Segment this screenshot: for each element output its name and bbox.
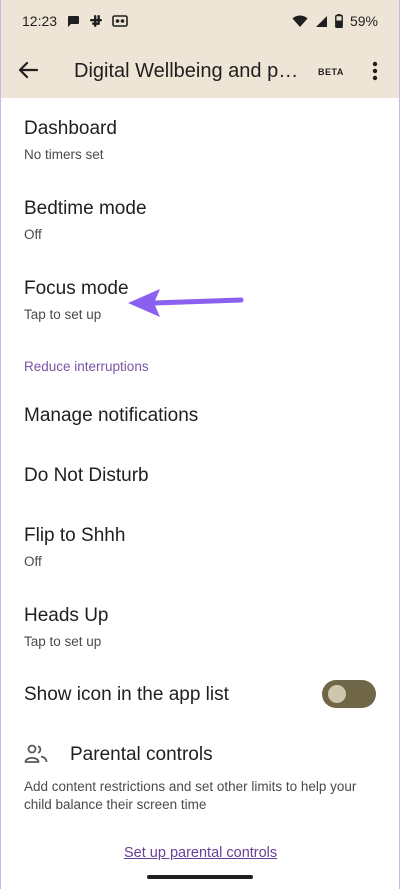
- status-bar: 12:23 59%: [0, 0, 400, 42]
- do-not-disturb-item[interactable]: Do Not Disturb: [24, 465, 149, 487]
- show-icon-toggle[interactable]: [322, 680, 376, 708]
- item-subtitle: Tap to set up: [24, 307, 102, 322]
- cellular-signal-icon: [315, 15, 328, 28]
- focus-mode-item[interactable]: Focus mode Tap to set up: [24, 278, 129, 322]
- family-icon: [24, 744, 48, 763]
- slack-icon: [89, 14, 103, 28]
- gesture-nav-handle[interactable]: [147, 875, 253, 879]
- parental-controls-description: Add content restrictions and set other l…: [24, 779, 357, 812]
- item-title: Show icon in the app list: [24, 684, 229, 705]
- parental-controls-title: Parental controls: [70, 744, 213, 765]
- back-button[interactable]: [14, 56, 42, 84]
- annotation-arrow-icon: [128, 289, 244, 317]
- item-subtitle: No timers set: [24, 147, 104, 162]
- heads-up-item[interactable]: Heads Up Tap to set up: [24, 605, 109, 649]
- wifi-icon: [292, 15, 308, 28]
- manage-notifications-item[interactable]: Manage notifications: [24, 405, 198, 427]
- page-title: Digital Wellbeing and parental controls: [74, 60, 306, 82]
- bedtime-mode-item[interactable]: Bedtime mode Off: [24, 198, 147, 242]
- set-up-parental-controls-link[interactable]: Set up parental controls: [124, 845, 277, 861]
- app-bar: Digital Wellbeing and parental controls …: [0, 42, 400, 98]
- battery-percent: 59%: [349, 13, 378, 29]
- item-subtitle: Off: [24, 227, 42, 242]
- more-vert-icon: [372, 61, 378, 81]
- flip-to-shhh-item[interactable]: Flip to Shhh Off: [24, 525, 125, 569]
- item-title: Heads Up: [24, 605, 109, 626]
- beta-badge: BETA: [318, 67, 344, 77]
- battery-icon: [335, 14, 343, 28]
- dashboard-item[interactable]: Dashboard No timers set: [24, 118, 117, 162]
- status-time: 12:23: [22, 13, 58, 29]
- more-options-button[interactable]: [364, 58, 386, 84]
- item-title: Bedtime mode: [24, 198, 147, 219]
- section-header-reduce-interruptions: Reduce interruptions: [24, 359, 149, 374]
- back-arrow-icon: [18, 61, 38, 79]
- item-title: Flip to Shhh: [24, 525, 126, 546]
- item-title: Dashboard: [24, 118, 117, 139]
- item-subtitle: Tap to set up: [24, 634, 102, 649]
- item-subtitle: Off: [24, 554, 42, 569]
- toggle-knob: [328, 685, 346, 703]
- show-icon-item[interactable]: Show icon in the app list: [24, 684, 229, 706]
- item-title: Manage notifications: [24, 405, 199, 426]
- item-title: Do Not Disturb: [24, 465, 149, 486]
- chat-bubble-icon: [66, 14, 80, 28]
- item-title: Focus mode: [24, 278, 129, 299]
- voicemail-icon: [112, 14, 128, 28]
